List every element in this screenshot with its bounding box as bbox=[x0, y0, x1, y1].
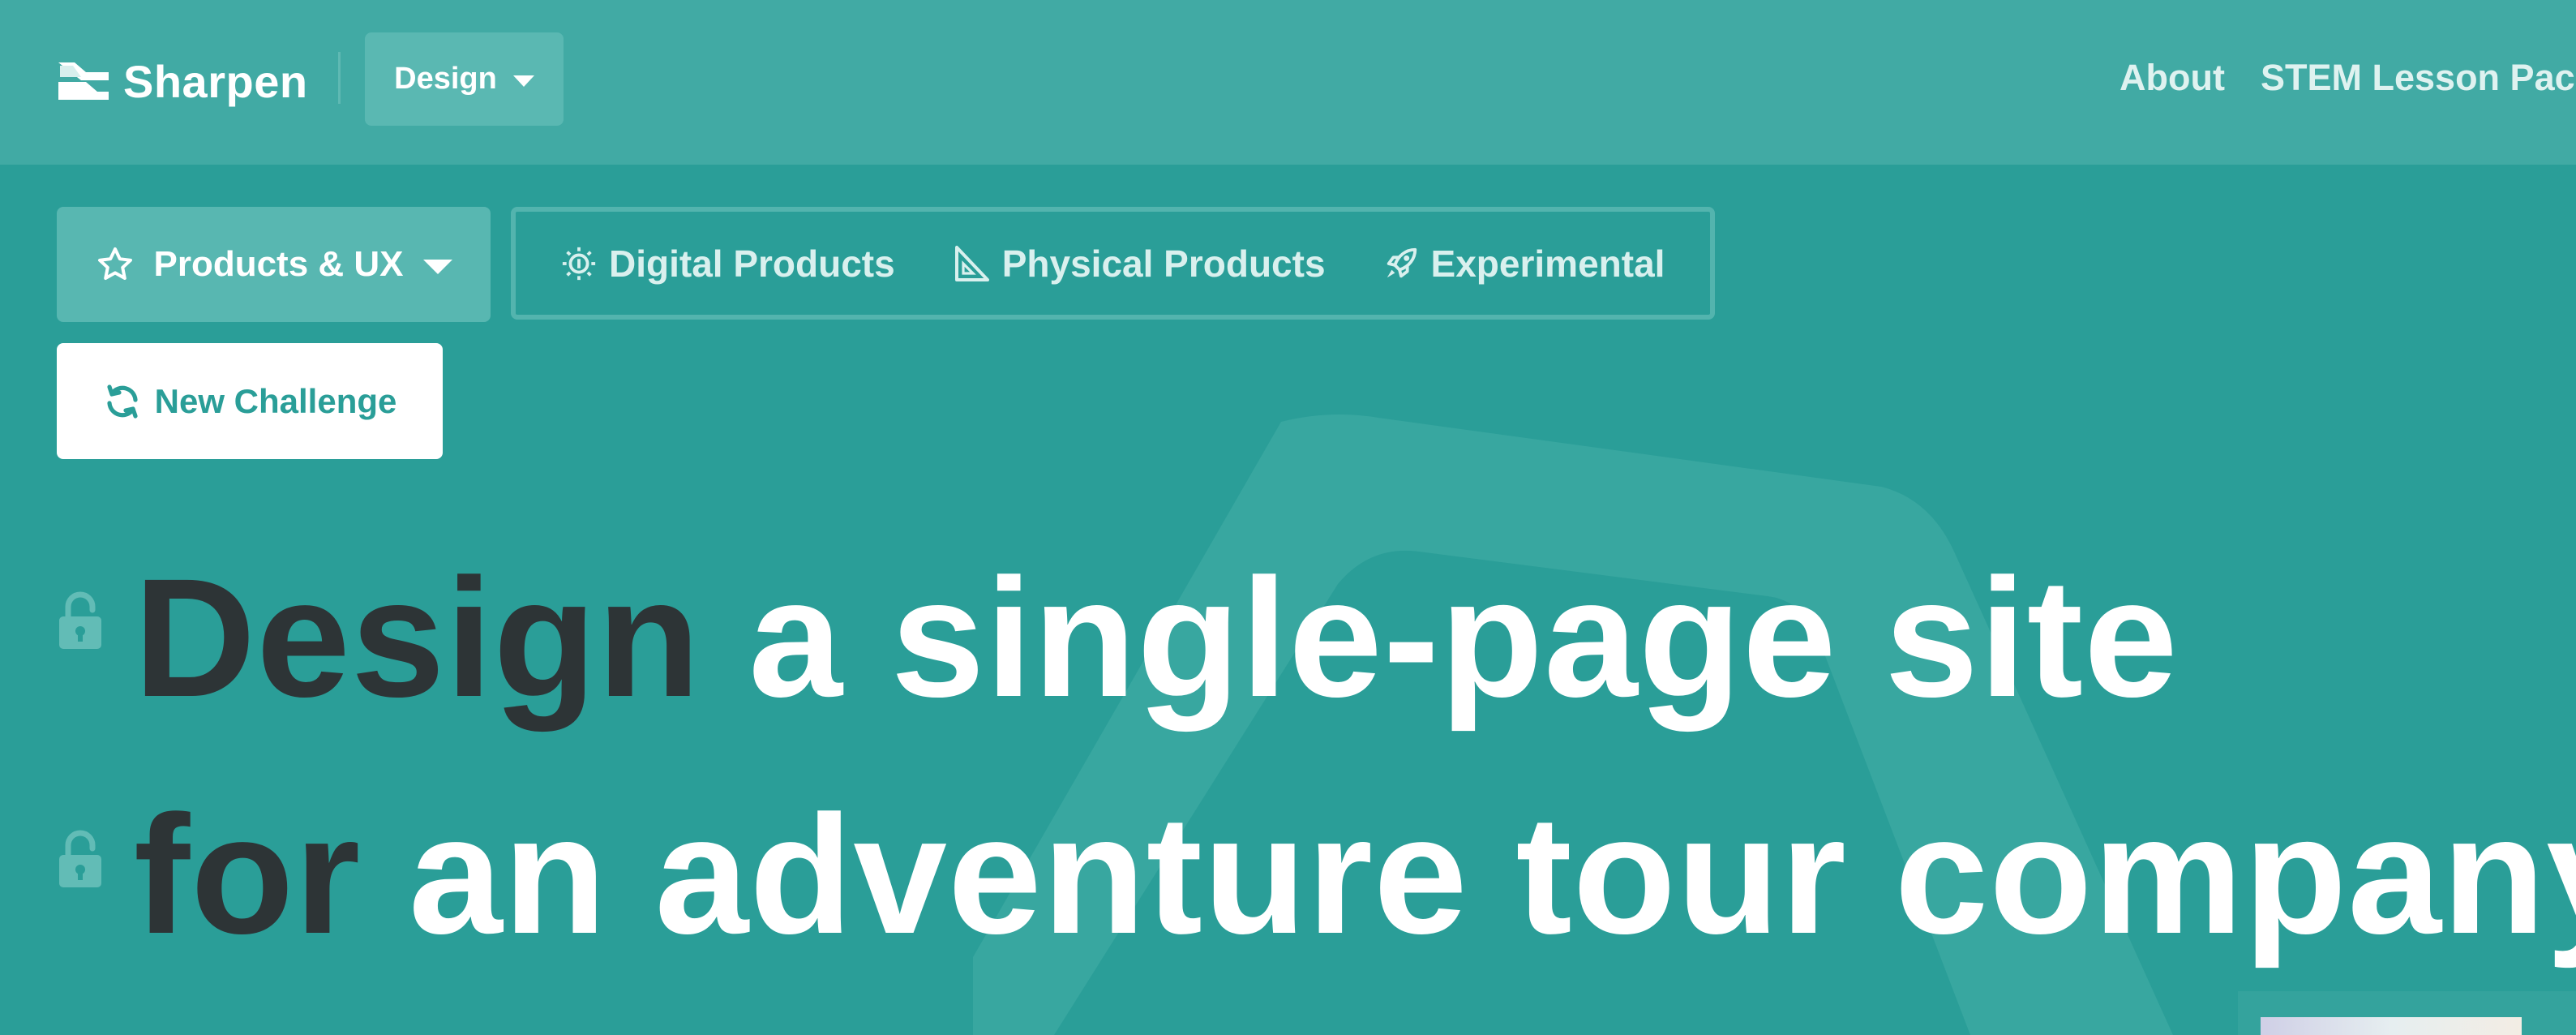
challenge-keyword-1[interactable]: Design bbox=[134, 544, 701, 732]
header-divider bbox=[338, 52, 341, 104]
nav-link-about[interactable]: About bbox=[2120, 57, 2225, 99]
challenge-line-1: Design a single-page site bbox=[134, 554, 2179, 723]
mode-dropdown[interactable]: Design bbox=[365, 32, 564, 126]
lightbulb-icon bbox=[562, 247, 596, 280]
rocket-icon bbox=[1387, 247, 1417, 277]
mode-dropdown-label: Design bbox=[394, 62, 497, 96]
filter-physical-products[interactable]: Physical Products bbox=[952, 242, 1326, 286]
preview-thumbnail bbox=[2261, 1017, 2522, 1035]
category-dropdown[interactable]: Products & UX bbox=[57, 207, 491, 322]
challenge-text-2: an adventure tour company bbox=[409, 781, 2576, 969]
category-dropdown-label: Products & UX bbox=[153, 244, 404, 284]
caret-down-icon bbox=[422, 260, 452, 274]
filter-physical-products-label: Physical Products bbox=[1001, 242, 1326, 285]
unlock-icon[interactable] bbox=[57, 591, 104, 651]
filter-digital-products-label: Digital Products bbox=[609, 242, 895, 285]
brand-name: Sharpen bbox=[123, 55, 308, 107]
set-square-icon bbox=[954, 245, 989, 281]
filter-digital-products[interactable]: Digital Products bbox=[560, 242, 895, 286]
challenge-text-1: a single-page site bbox=[748, 544, 2179, 732]
subcategory-filter-group: Digital Products Physical Products Exper… bbox=[511, 207, 1715, 320]
top-navigation-bar: Sharpen Design About STEM Lesson Pack bbox=[0, 0, 2576, 165]
new-challenge-button[interactable]: New Challenge bbox=[57, 343, 443, 459]
challenge-line-2: for an adventure tour company bbox=[134, 791, 2576, 960]
filter-experimental-label: Experimental bbox=[1430, 242, 1665, 285]
preview-card[interactable] bbox=[2238, 991, 2576, 1035]
new-challenge-label: New Challenge bbox=[154, 381, 397, 420]
filter-experimental[interactable]: Experimental bbox=[1382, 242, 1665, 286]
nav-link-stem-lesson-pack[interactable]: STEM Lesson Pack bbox=[2261, 57, 2576, 99]
challenge-keyword-2[interactable]: for bbox=[134, 781, 361, 969]
refresh-icon bbox=[107, 384, 138, 419]
sharpen-logo-icon bbox=[58, 62, 109, 100]
brand-logo[interactable]: Sharpen bbox=[57, 54, 308, 109]
unlock-icon[interactable] bbox=[57, 829, 104, 889]
star-icon bbox=[98, 247, 133, 280]
caret-down-icon bbox=[512, 75, 534, 87]
